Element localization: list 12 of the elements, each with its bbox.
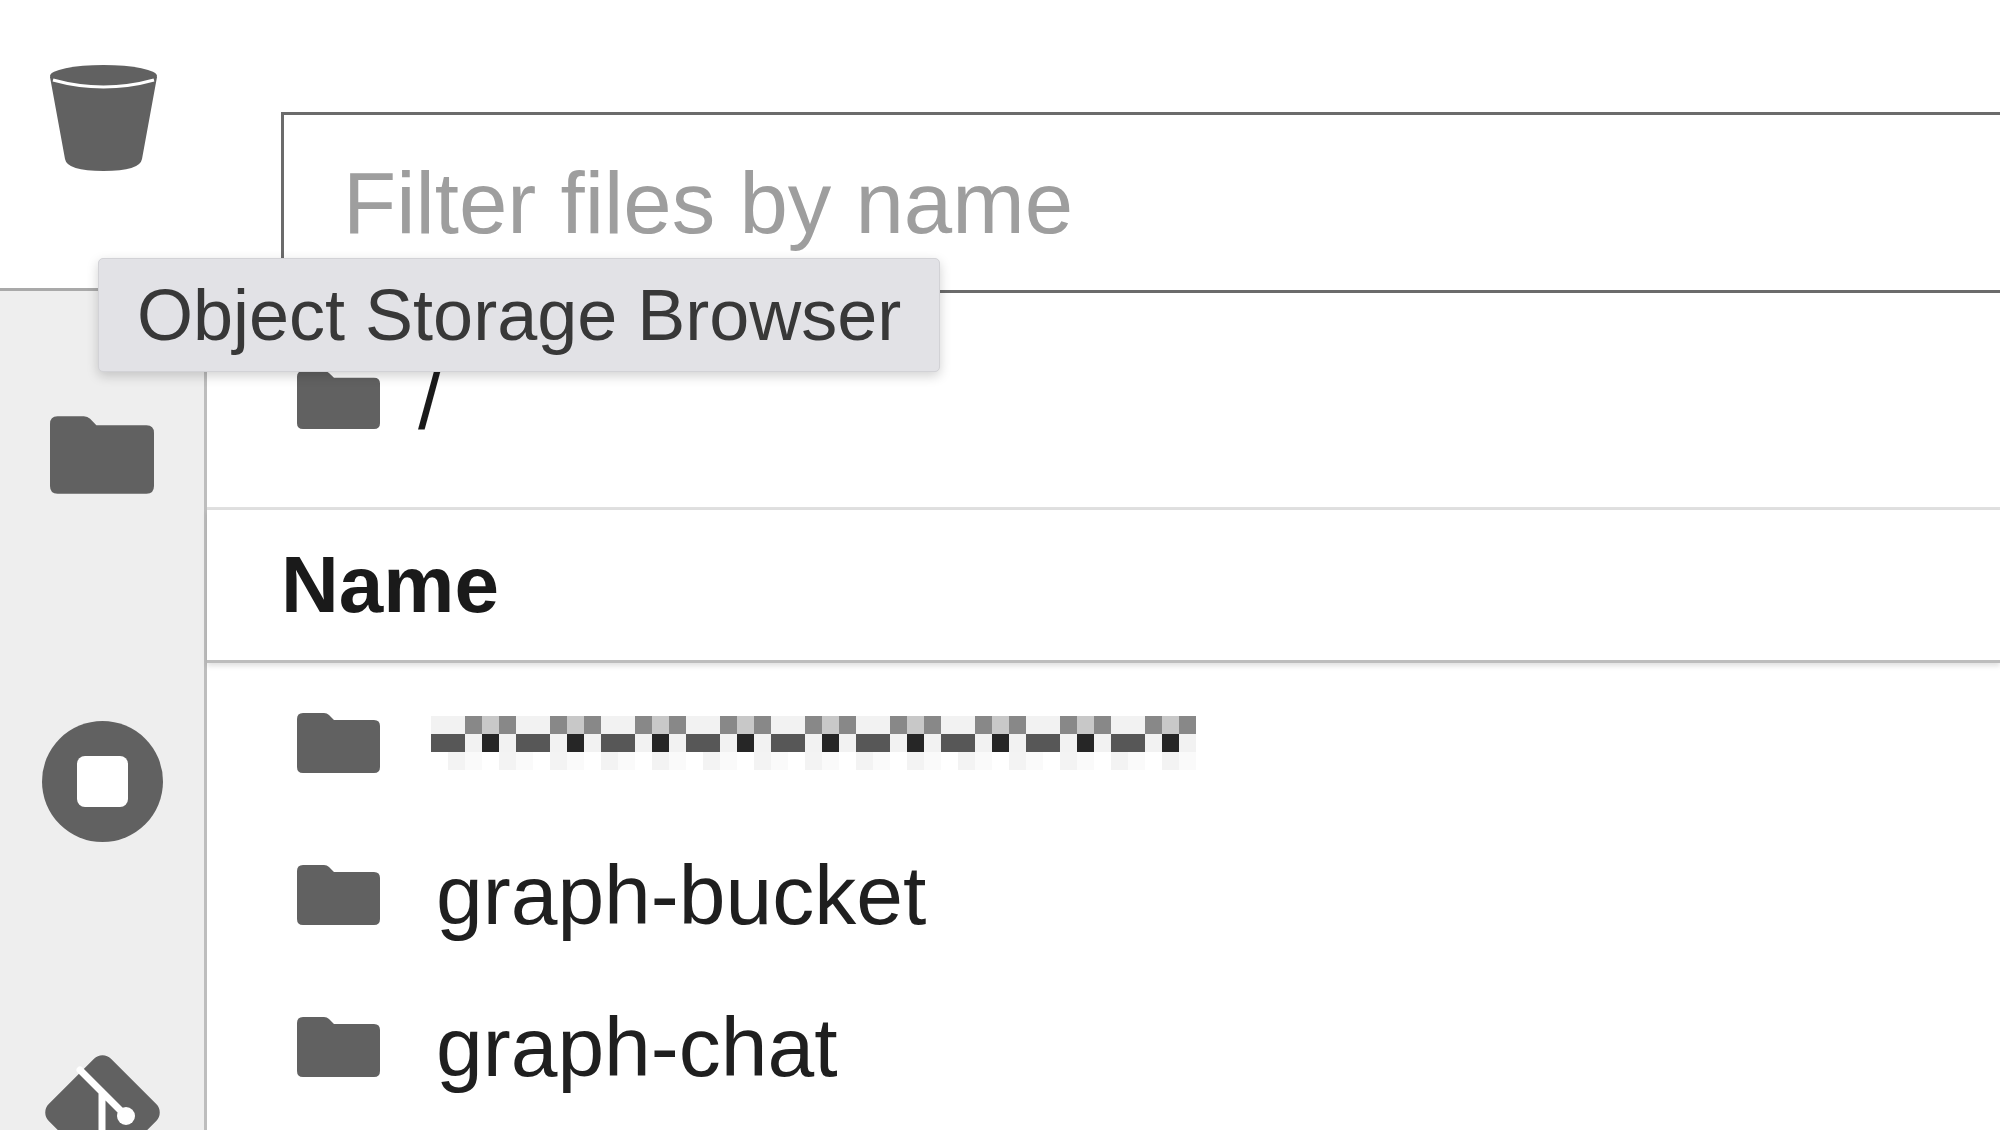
tooltip: Object Storage Browser [98, 258, 941, 373]
folder-icon [297, 1016, 380, 1078]
folder-icon [50, 414, 154, 495]
folder-name[interactable]: graph-chat [436, 998, 838, 1096]
column-header[interactable]: Name [281, 545, 499, 625]
stop-circle-icon [41, 721, 163, 842]
folder-icon[interactable] [297, 370, 380, 430]
sidebar-tab[interactable] [0, 945, 207, 1130]
bucket-icon [48, 64, 159, 172]
folder-icon [297, 712, 380, 774]
folder-name[interactable]: graph-bucket [436, 846, 927, 944]
folder-icon [297, 864, 380, 926]
